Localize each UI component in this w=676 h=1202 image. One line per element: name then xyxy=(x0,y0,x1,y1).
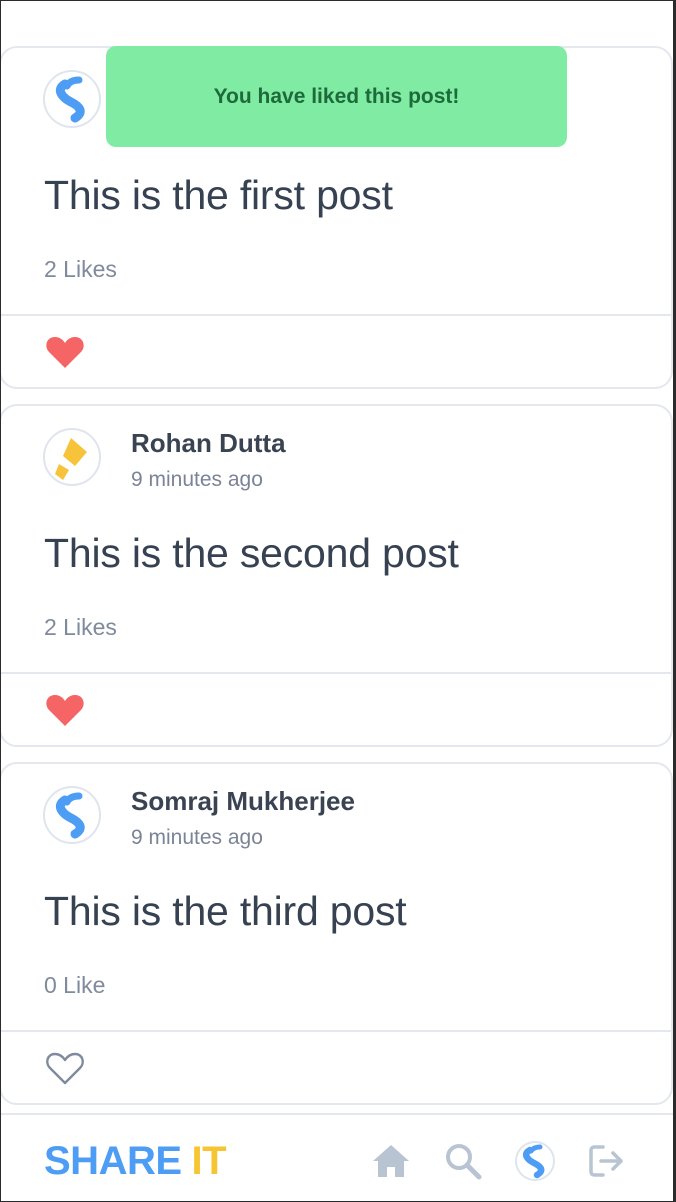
like-count: 0 Like xyxy=(44,972,106,998)
s-logo-icon xyxy=(55,792,85,839)
heart-filled-icon[interactable] xyxy=(45,692,85,728)
home-icon[interactable] xyxy=(371,1141,411,1181)
post-card: Somraj Mukherjee 9 minutes ago This is t… xyxy=(1,762,673,1105)
avatar[interactable] xyxy=(43,428,101,486)
post-author[interactable]: Somraj Mukherjee xyxy=(131,786,355,817)
post-author[interactable]: Rohan Dutta xyxy=(131,428,286,459)
post-card: Rohan Dutta 9 minutes ago This is the se… xyxy=(1,404,673,747)
heart-outline-icon[interactable] xyxy=(45,1050,85,1086)
s-logo-icon xyxy=(55,76,85,123)
post-timestamp: 9 minutes ago xyxy=(131,826,263,849)
like-count: 2 Likes xyxy=(44,256,117,282)
post-text: This is the first post xyxy=(44,172,393,218)
profile-avatar-icon[interactable] xyxy=(515,1141,555,1181)
brand-text-share: SHARE xyxy=(44,1139,182,1183)
brand-text-it: IT xyxy=(191,1139,227,1183)
app-frame: This is the first post 2 Likes You have … xyxy=(0,0,676,1202)
divider xyxy=(1,1030,671,1032)
post-text: This is the third post xyxy=(44,888,407,934)
divider xyxy=(1,314,671,316)
divider xyxy=(1,672,671,674)
logout-icon[interactable] xyxy=(587,1141,627,1181)
p-logo-icon xyxy=(55,438,87,480)
like-count: 2 Likes xyxy=(44,614,117,640)
brand-logo[interactable]: SHARE IT xyxy=(44,1139,227,1184)
avatar[interactable] xyxy=(43,786,101,844)
search-icon[interactable] xyxy=(443,1141,483,1181)
post-text: This is the second post xyxy=(44,530,459,576)
bottom-navigation: SHARE IT xyxy=(1,1113,673,1201)
toast-notification: You have liked this post! xyxy=(106,46,567,147)
heart-filled-icon[interactable] xyxy=(45,334,85,370)
post-timestamp: 9 minutes ago xyxy=(131,468,263,491)
avatar[interactable] xyxy=(43,70,101,128)
